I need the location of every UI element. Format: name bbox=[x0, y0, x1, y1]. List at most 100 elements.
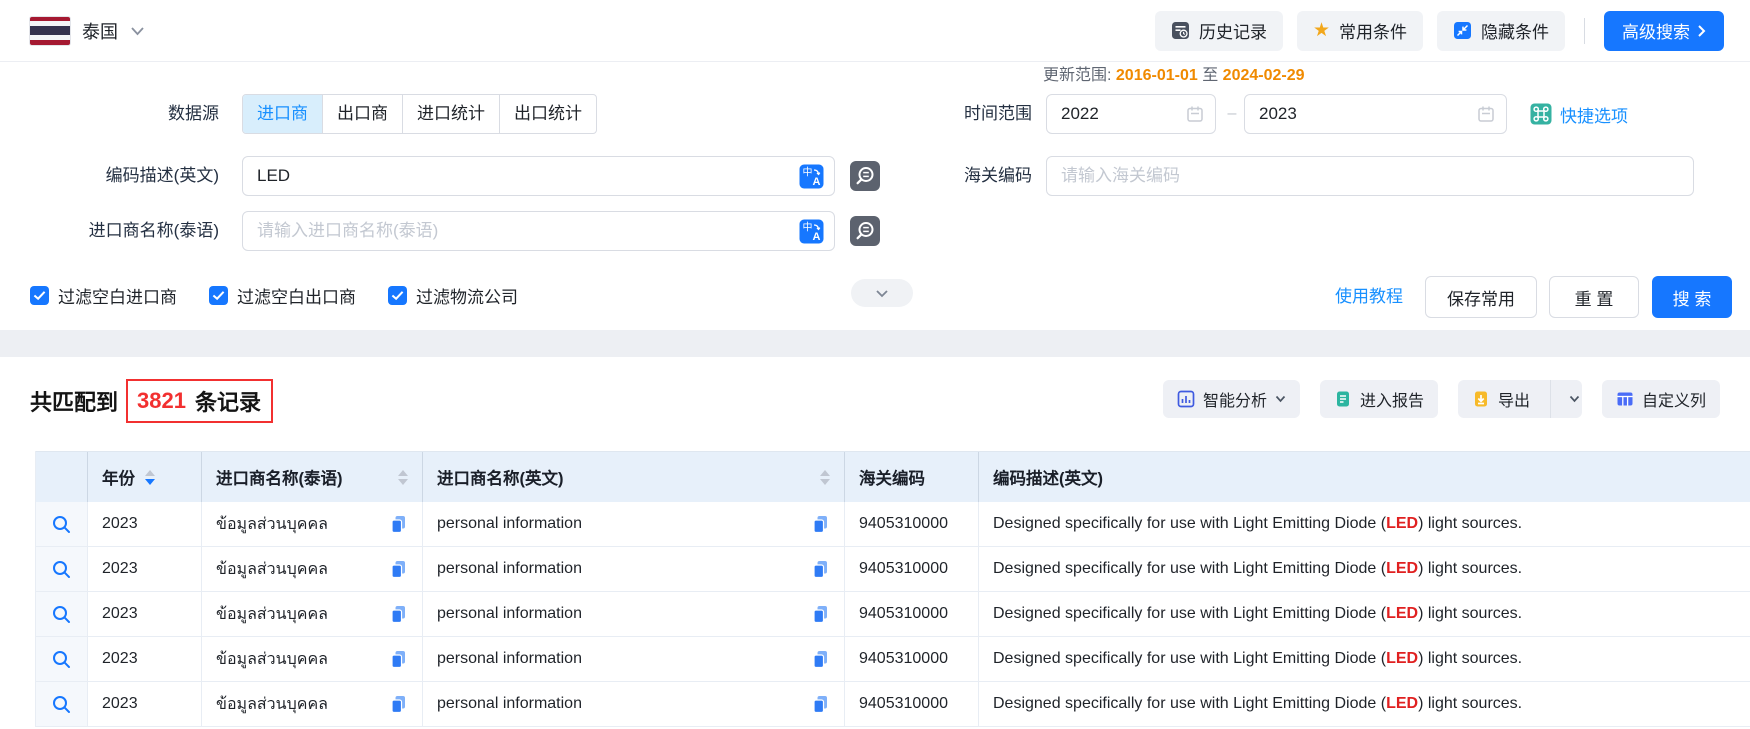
tab-export-stats[interactable]: 出口统计 bbox=[500, 95, 596, 133]
calendar-icon bbox=[1476, 104, 1496, 124]
custom-columns-label: 自定义列 bbox=[1642, 387, 1706, 411]
search-icon bbox=[51, 559, 72, 580]
sort-control[interactable] bbox=[820, 470, 830, 485]
hs-code-field[interactable] bbox=[1046, 156, 1694, 196]
collapse-panel-button[interactable] bbox=[851, 279, 913, 307]
update-range-end: 2024-02-29 bbox=[1223, 67, 1305, 84]
row-detail-button[interactable] bbox=[36, 682, 88, 726]
results-section: 共匹配到 3821 条记录 智能分析 进入 bbox=[0, 357, 1750, 729]
copy-icon[interactable] bbox=[389, 559, 408, 579]
export-label: 导出 bbox=[1498, 387, 1530, 411]
table-body: 2023 ข้อมูลส่วนบุคคล personal informatio… bbox=[36, 502, 1750, 727]
tutorial-link[interactable]: 使用教程 bbox=[1335, 276, 1403, 318]
date-separator: – bbox=[1222, 94, 1242, 134]
row-detail-button[interactable] bbox=[36, 592, 88, 636]
collapse-icon bbox=[1453, 21, 1472, 40]
search-panel: 数据源 进口商 出口商 进口统计 出口统计 更新范围: 2016-01-01 至… bbox=[0, 62, 1750, 330]
match-count-highlight-box: 3821 条记录 bbox=[126, 379, 273, 423]
copy-icon[interactable] bbox=[389, 649, 408, 669]
filter-logistics[interactable]: 过滤物流公司 bbox=[388, 283, 518, 308]
enter-report-button[interactable]: 进入报告 bbox=[1320, 380, 1438, 418]
description-cell: Designed specifically for use with Light… bbox=[979, 592, 1750, 636]
importer-name-field[interactable]: 中 A bbox=[242, 211, 835, 251]
tab-import-stats[interactable]: 进口统计 bbox=[403, 95, 500, 133]
update-range: 更新范围: 2016-01-01 至 2024-02-29 bbox=[1043, 64, 1305, 88]
copy-icon[interactable] bbox=[389, 604, 408, 624]
row-detail-button[interactable] bbox=[36, 502, 88, 546]
quick-options-button[interactable]: 快捷选项 bbox=[1530, 94, 1628, 134]
save-favorite-button[interactable]: 保存常用 bbox=[1425, 276, 1537, 318]
date-start-input[interactable] bbox=[1061, 104, 1177, 124]
history-button[interactable]: 历史记录 bbox=[1155, 11, 1283, 51]
hide-conditions-label: 隐藏条件 bbox=[1481, 18, 1549, 43]
header-year[interactable]: 年份 bbox=[88, 452, 202, 502]
topbar: 泰国 历史记录 ★ 常用条件 隐藏条件 bbox=[0, 0, 1750, 62]
table-row: 2023 ข้อมูลส่วนบุคคล personal informatio… bbox=[36, 682, 1750, 727]
reset-button[interactable]: 重 置 bbox=[1549, 276, 1639, 318]
date-start-field[interactable] bbox=[1046, 94, 1216, 134]
advanced-search-button[interactable]: 高级搜索 bbox=[1604, 11, 1724, 51]
sort-control[interactable] bbox=[145, 470, 155, 485]
importer-en-cell: personal information bbox=[423, 592, 845, 636]
topbar-actions: 历史记录 ★ 常用条件 隐藏条件 高级搜索 bbox=[1155, 11, 1724, 51]
copy-icon[interactable] bbox=[389, 514, 408, 534]
country-name: 泰国 bbox=[82, 18, 118, 44]
datasource-tabs: 进口商 出口商 进口统计 出口统计 bbox=[242, 94, 597, 134]
row-detail-button[interactable] bbox=[36, 637, 88, 681]
date-end-input[interactable] bbox=[1259, 104, 1468, 124]
importer-name-input[interactable] bbox=[257, 221, 791, 241]
copy-icon[interactable] bbox=[811, 559, 830, 579]
copy-icon[interactable] bbox=[811, 604, 830, 624]
chevron-down-icon bbox=[875, 289, 889, 298]
fuzzy-match-icon bbox=[850, 216, 880, 246]
export-button[interactable]: 导出 bbox=[1458, 380, 1582, 418]
update-range-label: 更新范围: bbox=[1043, 67, 1111, 84]
hs-code-cell: 9405310000 bbox=[845, 547, 979, 591]
smart-analysis-button[interactable]: 智能分析 bbox=[1163, 380, 1300, 418]
importer-th-cell: ข้อมูลส่วนบุคคล bbox=[202, 592, 423, 636]
year-cell: 2023 bbox=[88, 502, 202, 546]
smart-analysis-label: 智能分析 bbox=[1203, 387, 1267, 411]
hide-conditions-button[interactable]: 隐藏条件 bbox=[1437, 11, 1565, 51]
year-cell: 2023 bbox=[88, 682, 202, 726]
row-detail-button[interactable] bbox=[36, 547, 88, 591]
copy-icon[interactable] bbox=[811, 694, 830, 714]
importer-th-cell: ข้อมูลส่วนบุคคล bbox=[202, 637, 423, 681]
copy-icon[interactable] bbox=[811, 649, 830, 669]
copy-icon[interactable] bbox=[811, 514, 830, 534]
filter-checkboxes: 过滤空白进口商 过滤空白出口商 过滤物流公司 bbox=[30, 283, 518, 308]
header-importer-en[interactable]: 进口商名称(英文) bbox=[423, 452, 845, 502]
importer-en-cell: personal information bbox=[423, 502, 845, 546]
match-mode-button[interactable] bbox=[850, 216, 880, 246]
date-end-field[interactable] bbox=[1244, 94, 1507, 134]
search-button[interactable]: 搜 索 bbox=[1652, 276, 1732, 318]
filter-blank-exporter[interactable]: 过滤空白出口商 bbox=[209, 283, 356, 308]
favorites-button[interactable]: ★ 常用条件 bbox=[1297, 11, 1423, 51]
divider bbox=[1550, 380, 1551, 418]
country-selector[interactable]: 泰国 bbox=[30, 17, 145, 45]
columns-icon bbox=[1616, 390, 1634, 408]
report-icon bbox=[1334, 390, 1352, 408]
update-range-start: 2016-01-01 bbox=[1116, 67, 1198, 84]
hs-code-input[interactable] bbox=[1061, 166, 1683, 186]
calendar-icon bbox=[1185, 104, 1205, 124]
description-input[interactable] bbox=[257, 166, 791, 186]
export-dropdown-toggle[interactable] bbox=[1559, 395, 1582, 403]
sort-control[interactable] bbox=[398, 470, 408, 485]
year-cell: 2023 bbox=[88, 592, 202, 636]
translate-icon[interactable]: 中 A bbox=[799, 219, 824, 244]
results-toolbar: 智能分析 进入报告 导出 bbox=[1163, 380, 1720, 418]
tab-importer[interactable]: 进口商 bbox=[243, 95, 323, 133]
header-description: 编码描述(英文) bbox=[979, 452, 1750, 502]
copy-icon[interactable] bbox=[389, 694, 408, 714]
description-field[interactable]: 中 A bbox=[242, 156, 835, 196]
header-importer-th[interactable]: 进口商名称(泰语) bbox=[202, 452, 423, 502]
tab-exporter[interactable]: 出口商 bbox=[323, 95, 403, 133]
custom-columns-button[interactable]: 自定义列 bbox=[1602, 380, 1720, 418]
quick-options-label: 快捷选项 bbox=[1560, 102, 1628, 127]
update-range-word: 至 bbox=[1202, 67, 1218, 84]
importer-en-cell: personal information bbox=[423, 682, 845, 726]
star-icon: ★ bbox=[1313, 21, 1330, 40]
filter-blank-importer[interactable]: 过滤空白进口商 bbox=[30, 283, 177, 308]
search-icon bbox=[51, 694, 72, 715]
